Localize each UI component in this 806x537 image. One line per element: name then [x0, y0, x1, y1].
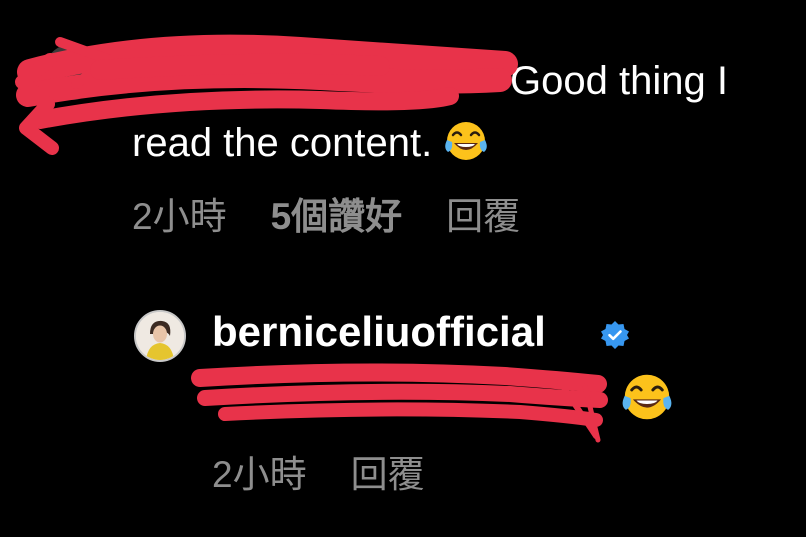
comment-text-line-2: read the content.	[132, 121, 433, 165]
reply-button[interactable]: 回覆	[446, 196, 520, 237]
profile-avatar[interactable]	[134, 310, 186, 362]
comment-1-meta: 2小時 5個讚好 回覆	[132, 186, 564, 240]
comment-time: 2小時	[212, 454, 307, 495]
comment-text-line-1: Good thing I	[510, 59, 728, 103]
commenter-avatar[interactable]	[44, 44, 100, 100]
face-with-tears-of-joy-icon	[620, 370, 674, 429]
likes-count-button[interactable]: 5個讚好	[271, 196, 403, 237]
comment-time: 2小時	[132, 196, 227, 237]
comment-1: Good thing I read the content. 2小時 5個讚好 回覆	[0, 0, 806, 260]
comment-2-meta: 2小時 回覆	[212, 444, 469, 498]
redacted-comment-text	[212, 370, 682, 430]
username-link[interactable]: berniceliuofficial	[212, 308, 546, 356]
reply-button[interactable]: 回覆	[351, 454, 425, 495]
comment-2: berniceliuofficial 2小時 回覆	[0, 290, 806, 537]
comment-text: Good thing I read the content.	[132, 50, 792, 182]
face-with-tears-of-joy-icon	[443, 118, 489, 182]
verified-badge-icon	[600, 320, 630, 350]
